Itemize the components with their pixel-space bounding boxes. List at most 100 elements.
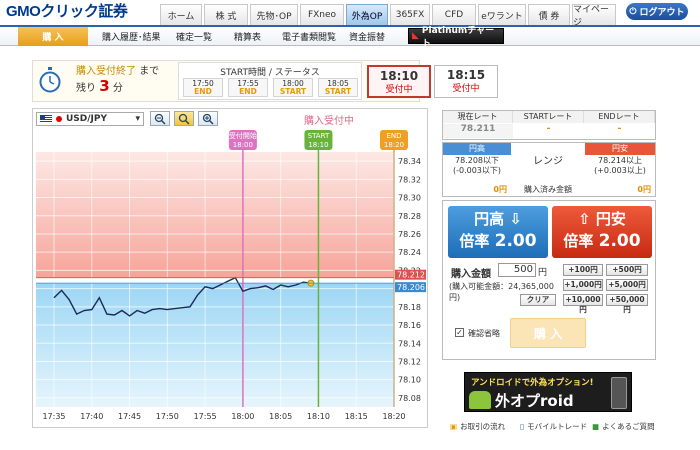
yen-low-button[interactable]: ⇧ 円安 倍率 2.00: [552, 206, 652, 258]
footer-link-label: モバイルトレード: [527, 422, 588, 431]
footer-link-faq[interactable]: ■ よくあるご質問: [592, 421, 655, 432]
start-rate-value: -: [546, 124, 551, 134]
upper-band: [36, 152, 394, 278]
add-1000-button[interactable]: +1,000円: [563, 279, 603, 291]
yen-high-button[interactable]: 円高 ⇩ 倍率 2.00: [448, 206, 548, 258]
subnav-buy[interactable]: 購 入: [18, 27, 88, 46]
zoom-reset-icon[interactable]: [174, 111, 194, 126]
nav-stocks[interactable]: 株 式: [204, 4, 248, 26]
x-tick-label: 17:50: [156, 412, 179, 421]
confirm-skip-label: 確認省略: [468, 329, 500, 338]
y-tick-label: 78.34: [398, 157, 421, 166]
logout-button[interactable]: ⏻ ログアウト: [626, 3, 688, 20]
subnav-documents[interactable]: 電子書類閲覧: [282, 27, 336, 46]
nav-futures-options[interactable]: 先物･OP: [250, 4, 298, 26]
time-slot[interactable]: 18:00 START: [273, 78, 313, 97]
buy-button[interactable]: 購 入: [510, 318, 586, 348]
currency-pair-select[interactable]: USD/JPY ▾: [36, 112, 144, 126]
y-tick-label: 78.16: [398, 321, 421, 330]
slot-status: 受付中: [452, 84, 480, 94]
zoom-in-icon[interactable]: [198, 111, 218, 126]
marker-time: 18:10: [308, 141, 328, 149]
x-tick-label: 18:20: [382, 412, 405, 421]
multiplier-label: 倍率: [459, 232, 490, 250]
add-100-button[interactable]: +100円: [563, 264, 603, 276]
remain-label: 残り: [76, 83, 96, 94]
slot-status: START: [324, 87, 352, 96]
end-rate-header: ENDレート: [584, 111, 655, 123]
time-slot[interactable]: 17:50 END: [183, 78, 223, 97]
pair-label: USD/JPY: [66, 114, 108, 124]
yen-high-text: 78.208以下: [455, 156, 499, 165]
y-tick-label: 78.10: [398, 376, 421, 385]
price-chart: 受付開始18:00START18:10END18:20 78.3478.3278…: [36, 130, 426, 421]
zoom-out-icon[interactable]: [150, 111, 170, 126]
add-50000-button[interactable]: +50,000円: [606, 294, 648, 314]
add-500-button[interactable]: +500円: [606, 264, 648, 276]
nav-bonds[interactable]: 債 券: [528, 4, 570, 26]
slot-status: END: [194, 87, 212, 96]
slot-status: START: [279, 87, 307, 96]
marker-label: 受付開始: [229, 131, 257, 140]
sub-navigation: 購 入 購入履歴･結果 確定一覧 精算表 電子書類閲覧 資金振替 ◣ Plati…: [0, 25, 700, 49]
current-rate-header: 現在レート: [443, 111, 513, 123]
y-tick-label: 78.12: [398, 357, 421, 366]
deadline-label: 購入受付終了: [76, 66, 136, 77]
footer-link-mobile[interactable]: ▯ モバイルトレード: [520, 421, 587, 432]
y-tick-label: 78.18: [398, 303, 421, 312]
logout-label: ログアウト: [639, 8, 685, 18]
add-10000-button[interactable]: +10,000円: [563, 294, 603, 314]
subnav-settlement[interactable]: 精算表: [234, 27, 261, 46]
yen-high-label: 円高 ⇩: [474, 210, 522, 228]
android-icon: [469, 391, 491, 409]
footer-link-flow[interactable]: ▣ お取引の流れ: [450, 421, 505, 432]
x-tick-label: 17:45: [118, 412, 141, 421]
slot-time: 18:15: [446, 68, 486, 82]
amount-label: 購入金額: [451, 269, 491, 280]
time-slot-selected[interactable]: 18:10 受付中: [367, 65, 431, 98]
yen-high-header: 円高: [443, 143, 511, 155]
yen-low-sub: (+0.003以上): [594, 166, 646, 175]
current-tag-label: 78.206: [397, 283, 425, 292]
subnav-history[interactable]: 購入履歴･結果: [102, 27, 161, 46]
yen-low-header: 円安: [585, 143, 655, 155]
x-tick-label: 17:35: [42, 412, 65, 421]
current-rate-value: 78.211: [443, 124, 513, 138]
footer-link-label: お取引の流れ: [460, 422, 506, 431]
nav-fxneo[interactable]: FXneo: [300, 4, 344, 26]
yen-low-amount: 0円: [637, 185, 651, 194]
chart-icon: ◣: [412, 31, 419, 41]
clear-button[interactable]: クリア: [520, 294, 556, 306]
end-rate-value: -: [617, 124, 622, 134]
purchased-amount-label: 購入済み金額: [524, 185, 572, 194]
mobile-icon: ▯: [520, 422, 525, 431]
nav-home[interactable]: ホーム: [160, 4, 202, 26]
banner-line2: 外オプroid: [495, 392, 574, 410]
subnav-confirmed[interactable]: 確定一覧: [176, 27, 212, 46]
add-5000-button[interactable]: +5,000円: [606, 279, 648, 291]
platinum-chart-button[interactable]: ◣ Platinumチャート: [408, 26, 504, 49]
stopwatch-icon: [39, 67, 61, 93]
x-tick-label: 18:05: [269, 412, 292, 421]
yen-low-text: 78.214以上: [598, 156, 642, 165]
us-flag-icon: [40, 115, 52, 123]
confirm-skip-checkbox[interactable]: ✓: [455, 328, 464, 337]
nav-mypage[interactable]: マイページ: [572, 4, 616, 28]
time-slot[interactable]: 18:05 START: [318, 78, 358, 97]
amount-input[interactable]: 500: [498, 263, 536, 277]
android-banner[interactable]: アンドロイドで外為オプション! 外オプroid: [464, 372, 632, 412]
start-time-header: START時間 / ステータス: [220, 68, 320, 78]
subnav-transfer[interactable]: 資金振替: [349, 27, 385, 46]
nav-fx-option[interactable]: 外為OP: [346, 4, 388, 26]
y-tick-label: 78.32: [398, 175, 421, 184]
yen-high-amount: 0円: [493, 185, 507, 194]
time-slot[interactable]: 18:15 受付中: [434, 65, 498, 98]
faq-icon: ■: [592, 422, 600, 431]
x-tick-label: 17:55: [194, 412, 217, 421]
range-label: レンジ: [533, 156, 563, 167]
purchase-deadline: 購入受付終了 まで 残り 3 分: [76, 64, 166, 96]
time-slot[interactable]: 17:55 END: [228, 78, 268, 97]
y-tick-label: 78.14: [398, 339, 421, 348]
brand-logo[interactable]: GMOクリック証券: [6, 0, 128, 21]
yen-low-label: ⇧ 円安: [578, 210, 626, 228]
